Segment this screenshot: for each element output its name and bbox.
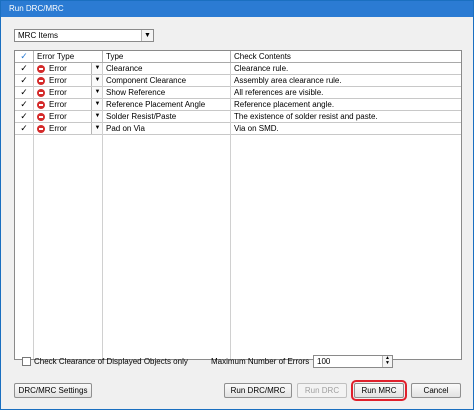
error-icon <box>37 101 45 109</box>
table-row[interactable]: ✓ Error ▼ Clearance Clearance rule. <box>15 63 461 75</box>
window-title: Run DRC/MRC <box>9 4 64 13</box>
column-divider <box>33 63 34 359</box>
drc-mrc-settings-button[interactable]: DRC/MRC Settings <box>14 383 92 398</box>
check-items-table: ✓ Error Type Type Check Contents ✓ Error ▼… <box>14 50 462 360</box>
table-header: ✓ Error Type Type Check Contents <box>15 51 461 63</box>
item-filter-value: MRC Items <box>18 31 58 40</box>
error-type-value: Error <box>49 112 67 121</box>
type-cell: Clearance <box>103 63 231 74</box>
cancel-button[interactable]: Cancel <box>411 383 461 398</box>
check-displayed-only-checkbox[interactable] <box>22 357 31 366</box>
error-type-value: Error <box>49 64 67 73</box>
type-cell: Pad on Via <box>103 123 231 134</box>
error-type-cell[interactable]: Error ▼ <box>34 63 103 74</box>
error-type-value: Error <box>49 88 67 97</box>
table-row[interactable]: ✓ Error ▼ Component Clearance Assembly area … <box>15 75 461 87</box>
title-bar: Run DRC/MRC <box>1 1 473 17</box>
run-drc-mrc-dialog: Run DRC/MRC MRC Items ▼ ✓ Error Type Typ… <box>0 0 474 410</box>
error-icon <box>37 125 45 133</box>
type-cell: Show Reference <box>103 87 231 98</box>
error-icon <box>37 77 45 85</box>
spinner-arrows-icon[interactable]: ▲ ▼ <box>382 356 392 367</box>
table-row[interactable]: ✓ Error ▼ Reference Placement Angle Referenc… <box>15 99 461 111</box>
header-error-type[interactable]: Error Type <box>34 51 103 62</box>
check-contents-cell: All references are visible. <box>234 88 324 97</box>
table-row[interactable]: ✓ Error ▼ Solder Resist/Paste The existence … <box>15 111 461 123</box>
error-type-value: Error <box>49 76 67 85</box>
max-errors-value: 100 <box>317 357 331 366</box>
header-check-contents[interactable]: Check Contents <box>231 51 461 62</box>
error-icon <box>37 65 45 73</box>
column-divider <box>102 63 103 359</box>
check-contents-cell: Reference placement angle. <box>234 100 335 109</box>
error-type-cell[interactable]: Error ▼ <box>34 111 103 122</box>
item-filter-dropdown[interactable]: MRC Items ▼ <box>14 29 154 42</box>
chevron-down-icon[interactable]: ▼ <box>141 30 153 41</box>
check-displayed-only-label: Check Clearance of Displayed Objects onl… <box>34 357 188 366</box>
type-cell: Reference Placement Angle <box>103 99 231 110</box>
header-check-all[interactable]: ✓ <box>15 51 34 62</box>
row-checkbox[interactable]: ✓ <box>15 87 34 98</box>
max-errors-label: Maximum Number of Errors <box>211 357 310 366</box>
error-icon <box>37 113 45 121</box>
check-contents-cell: Assembly area clearance rule. <box>234 76 342 85</box>
row-checkbox[interactable]: ✓ <box>15 63 34 74</box>
error-icon <box>37 89 45 97</box>
error-type-cell[interactable]: Error ▼ <box>34 87 103 98</box>
error-type-cell[interactable]: Error ▼ <box>34 123 103 134</box>
check-contents-cell: The existence of solder resist and paste… <box>234 112 378 121</box>
check-contents-cell: Via on SMD. <box>234 124 279 133</box>
row-checkbox[interactable]: ✓ <box>15 111 34 122</box>
type-cell: Component Clearance <box>103 75 231 86</box>
run-drc-button[interactable]: Run DRC <box>297 383 347 398</box>
column-divider <box>230 63 231 359</box>
check-contents-cell: Clearance rule. <box>234 64 289 73</box>
row-checkbox[interactable]: ✓ <box>15 123 34 134</box>
run-mrc-button[interactable]: Run MRC <box>351 380 407 401</box>
table-row[interactable]: ✓ Error ▼ Pad on Via Via on SMD. <box>15 123 461 135</box>
table-row[interactable]: ✓ Error ▼ Show Reference All references are … <box>15 87 461 99</box>
error-type-cell[interactable]: Error ▼ <box>34 75 103 86</box>
max-errors-spinner[interactable]: 100 ▲ ▼ <box>313 355 393 368</box>
dialog-content: MRC Items ▼ ✓ Error Type Type Check Cont… <box>1 17 473 409</box>
header-type[interactable]: Type <box>103 51 231 62</box>
run-drc-mrc-button[interactable]: Run DRC/MRC <box>224 383 292 398</box>
error-type-value: Error <box>49 124 67 133</box>
error-type-value: Error <box>49 100 67 109</box>
error-type-cell[interactable]: Error ▼ <box>34 99 103 110</box>
row-checkbox[interactable]: ✓ <box>15 75 34 86</box>
type-cell: Solder Resist/Paste <box>103 111 231 122</box>
row-checkbox[interactable]: ✓ <box>15 99 34 110</box>
